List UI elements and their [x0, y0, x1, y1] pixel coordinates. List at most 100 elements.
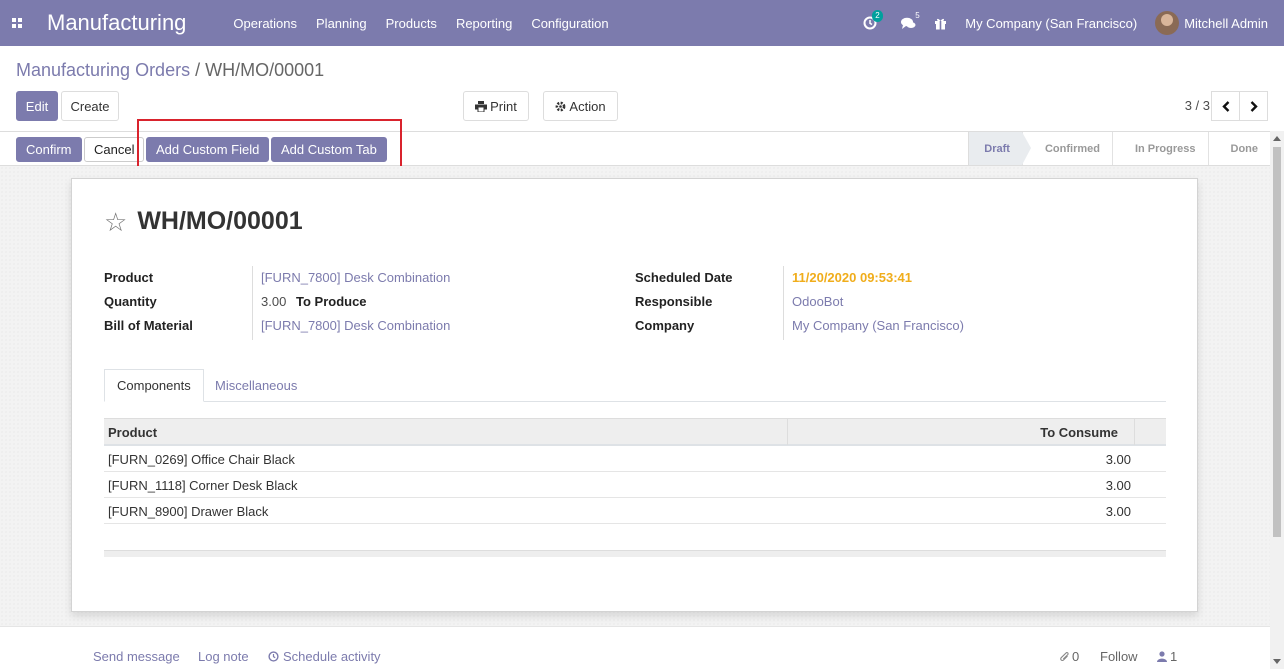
clock-icon: [268, 651, 279, 662]
menu-products[interactable]: Products: [386, 16, 437, 31]
scroll-up-icon[interactable]: [1273, 136, 1281, 141]
comments-icon: [901, 17, 916, 29]
apps-menu-icon[interactable]: [0, 0, 34, 46]
print-label: Print: [490, 98, 517, 114]
left-group-divider: [252, 266, 253, 340]
print-icon: [475, 100, 488, 112]
column-product[interactable]: Product: [108, 425, 157, 440]
bom-value[interactable]: [FURN_7800] Desk Combination: [261, 318, 450, 333]
print-button[interactable]: Print: [463, 91, 529, 121]
row-to-consume: 3.00: [1105, 452, 1131, 467]
company-label: Company: [635, 318, 695, 333]
breadcrumb-separator: /: [195, 60, 201, 80]
main-menu: Operations Planning Products Reporting C…: [233, 16, 627, 31]
scheduled-date-value: 11/20/2020 09:53:41: [792, 270, 912, 285]
scheduled-date-label: Scheduled Date: [635, 270, 733, 285]
log-note-button[interactable]: Log note: [198, 649, 249, 664]
messaging-menu[interactable]: 5: [901, 11, 920, 30]
breadcrumb: Manufacturing Orders / WH/MO/00001: [16, 60, 324, 81]
scrollbar[interactable]: [1270, 131, 1284, 669]
create-button[interactable]: Create: [61, 91, 119, 121]
form-sheet: ☆ WH/MO/00001 Product Quantity Bill of M…: [71, 178, 1198, 612]
app-title[interactable]: Manufacturing: [47, 10, 186, 36]
action-label: Action: [569, 98, 606, 114]
tab-miscellaneous[interactable]: Miscellaneous: [203, 369, 309, 402]
column-to-consume[interactable]: To Consume: [1040, 425, 1118, 440]
paperclip-icon: [1060, 651, 1069, 661]
company-switcher[interactable]: My Company (San Francisco): [965, 16, 1137, 31]
chevron-right-icon: [1250, 100, 1258, 112]
breadcrumb-manufacturing-orders[interactable]: Manufacturing Orders: [16, 60, 190, 80]
pager-value[interactable]: 3 / 3: [1185, 98, 1210, 113]
components-table: Product To Consume [FURN_0269] Office Ch…: [104, 418, 1166, 524]
right-group-divider: [783, 266, 784, 340]
schedule-activity-label: Schedule activity: [283, 649, 381, 664]
activity-count-badge: 2: [872, 10, 883, 22]
bom-label: Bill of Material: [104, 318, 193, 333]
company-name: My Company (San Francisco): [965, 15, 1138, 31]
responsible-label: Responsible: [635, 294, 713, 309]
status-stages: Draft Confirmed In Progress Done: [968, 132, 1270, 165]
cancel-button[interactable]: Cancel: [84, 137, 145, 162]
record-title-row: ☆ WH/MO/00001: [104, 207, 303, 236]
row-to-consume: 3.00: [1105, 478, 1131, 493]
send-message-button[interactable]: Send message: [93, 649, 180, 664]
followers-count: 1: [1170, 649, 1178, 664]
stage-done[interactable]: Done: [1207, 132, 1271, 165]
attachments-button[interactable]: 0: [1060, 649, 1079, 664]
row-product: [FURN_0269] Office Chair Black: [108, 452, 295, 467]
menu-configuration[interactable]: Configuration: [531, 16, 608, 31]
follow-button[interactable]: Follow: [1100, 649, 1138, 664]
column-divider: [787, 419, 788, 445]
schedule-activity-button[interactable]: Schedule activity: [268, 649, 381, 664]
tab-components[interactable]: Components: [104, 369, 204, 402]
row-to-consume: 3.00: [1105, 504, 1131, 519]
quantity-value: 3.00: [261, 294, 287, 309]
scroll-thumb[interactable]: [1273, 147, 1281, 537]
gear-icon: [556, 101, 566, 111]
attachments-count: 0: [1072, 649, 1080, 664]
star-icon[interactable]: ☆: [104, 209, 127, 235]
stage-in-progress[interactable]: In Progress: [1111, 132, 1208, 165]
table-row[interactable]: [FURN_1118] Corner Desk Black 3.00: [104, 472, 1166, 498]
row-product: [FURN_8900] Drawer Black: [108, 504, 269, 519]
stage-confirmed[interactable]: Confirmed: [1021, 132, 1112, 165]
pager-previous-button[interactable]: [1211, 91, 1240, 121]
to-produce-label: To Produce: [296, 294, 367, 309]
activity-menu[interactable]: 2: [863, 10, 883, 30]
responsible-value[interactable]: OdooBot: [792, 294, 843, 309]
followers-button[interactable]: 1: [1157, 649, 1177, 664]
product-label: Product: [104, 270, 154, 285]
messages-count-badge: 5: [915, 10, 920, 20]
chatter-topbar: Send message Log note Schedule activity …: [0, 626, 1270, 669]
record-title: WH/MO/00001: [137, 207, 303, 235]
top-navbar: Manufacturing Operations Planning Produc…: [0, 0, 1284, 46]
table-row[interactable]: [FURN_0269] Office Chair Black 3.00: [104, 446, 1166, 472]
user-icon: [1157, 651, 1167, 662]
table-header: Product To Consume: [104, 418, 1166, 446]
edit-button[interactable]: Edit: [16, 91, 58, 121]
company-value[interactable]: My Company (San Francisco): [792, 318, 964, 333]
scroll-down-icon[interactable]: [1273, 659, 1281, 664]
action-button[interactable]: Action: [543, 91, 618, 121]
systray: 2 5 My Company (San Francisco) Mitchell …: [863, 0, 1284, 46]
row-product: [FURN_1118] Corner Desk Black: [108, 478, 298, 493]
stage-draft[interactable]: Draft: [968, 132, 1031, 165]
gift-icon: [935, 18, 947, 30]
confirm-button[interactable]: Confirm: [16, 137, 82, 162]
notebook-tabs: Components Miscellaneous: [104, 369, 1166, 402]
pager-next-button[interactable]: [1239, 91, 1268, 121]
quantity-label: Quantity: [104, 294, 157, 309]
menu-reporting[interactable]: Reporting: [456, 16, 512, 31]
avatar[interactable]: [1155, 11, 1180, 35]
menu-operations[interactable]: Operations: [233, 16, 297, 31]
chevron-left-icon: [1221, 100, 1229, 112]
table-footer: [104, 550, 1166, 557]
table-row[interactable]: [FURN_8900] Drawer Black 3.00: [104, 498, 1166, 524]
column-divider: [1134, 419, 1135, 445]
product-value[interactable]: [FURN_7800] Desk Combination: [261, 270, 450, 285]
gift-button[interactable]: [934, 17, 947, 30]
menu-planning[interactable]: Planning: [316, 16, 367, 31]
user-menu[interactable]: Mitchell Admin: [1184, 16, 1268, 31]
breadcrumb-current: WH/MO/00001: [205, 60, 325, 80]
